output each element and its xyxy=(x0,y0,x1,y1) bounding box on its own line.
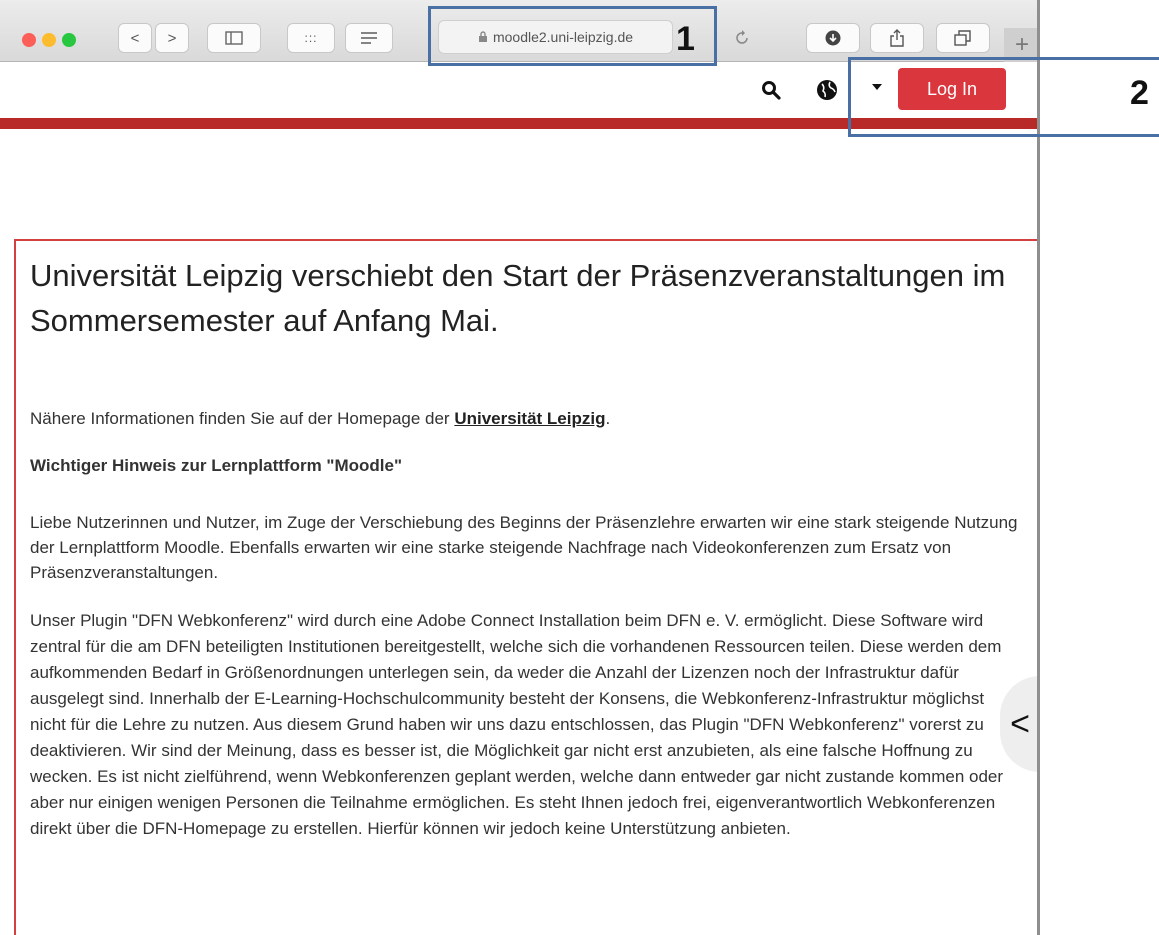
page-title: Universität Leipzig verschiebt den Start… xyxy=(30,258,1006,338)
reload-button[interactable] xyxy=(725,23,759,53)
paragraph-1: Liebe Nutzerinnen und Nutzer, im Zuge de… xyxy=(30,513,1018,582)
annotation-label-1: 1 xyxy=(676,20,695,58)
globe-icon[interactable] xyxy=(815,78,839,102)
sidebar-icon xyxy=(225,31,243,45)
download-icon xyxy=(825,30,841,46)
share-icon xyxy=(890,29,904,47)
chevron-left-icon: < xyxy=(130,29,140,47)
chevron-left-icon: < xyxy=(1010,704,1030,743)
forward-button[interactable]: > xyxy=(155,23,189,53)
minimize-window-button[interactable] xyxy=(42,33,56,47)
info-paragraph: Nähere Informationen finden Sie auf der … xyxy=(30,406,1020,431)
university-link[interactable]: Universität Leipzig xyxy=(454,409,605,428)
tab-overview-button[interactable] xyxy=(936,23,990,53)
info-text: Nähere Informationen finden Sie auf der … xyxy=(30,409,455,428)
plus-icon: + xyxy=(1014,31,1029,58)
tabs-icon xyxy=(954,30,971,46)
notice-heading: Wichtiger Hinweis zur Lernplattform "Moo… xyxy=(30,456,403,475)
reader-button[interactable] xyxy=(345,23,393,53)
reload-icon xyxy=(736,30,748,44)
search-icon[interactable] xyxy=(761,80,781,100)
annotation-label-2: 2 xyxy=(1130,74,1149,112)
close-window-button[interactable] xyxy=(22,33,36,47)
downloads-button[interactable] xyxy=(806,23,860,53)
top-sites-button[interactable]: ::: xyxy=(287,23,335,53)
chevron-right-icon: > xyxy=(167,29,177,47)
sidebar-button[interactable] xyxy=(207,23,261,53)
grid-icon: ::: xyxy=(304,31,318,45)
browser-window: < > ::: moodle2.uni-leipzig.de + Log In … xyxy=(0,0,1040,935)
share-button[interactable] xyxy=(870,23,924,53)
annotation-box-1 xyxy=(428,6,717,66)
back-button[interactable]: < xyxy=(118,23,152,53)
zoom-window-button[interactable] xyxy=(62,33,76,47)
paragraph-2: Unser Plugin "DFN Webkonferenz" wird dur… xyxy=(30,611,1004,838)
reader-icon xyxy=(361,32,377,44)
info-suffix: . xyxy=(605,409,611,428)
annotation-box-2 xyxy=(848,57,1159,137)
